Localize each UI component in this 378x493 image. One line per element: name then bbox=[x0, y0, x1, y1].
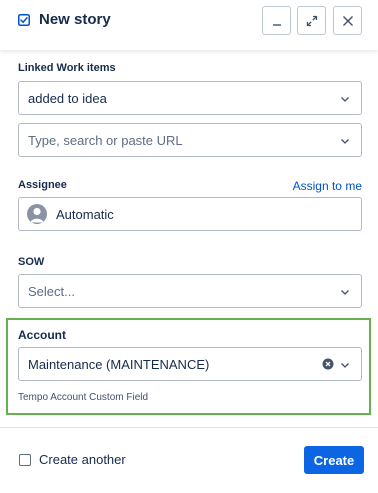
linked-work-items-label: Linked Work items bbox=[18, 62, 116, 74]
close-button[interactable] bbox=[333, 6, 362, 35]
expand-icon bbox=[306, 15, 317, 26]
close-icon bbox=[342, 15, 353, 26]
chevron-down-icon bbox=[341, 290, 349, 295]
account-field-description: Tempo Account Custom Field bbox=[18, 392, 149, 403]
assign-to-me-link[interactable]: Assign to me bbox=[293, 179, 362, 193]
footer-divider bbox=[0, 427, 378, 428]
chevron-down-icon bbox=[341, 363, 349, 368]
chevron-down-icon bbox=[341, 139, 349, 144]
account-select[interactable]: Maintenance (MAINTENANCE) bbox=[18, 347, 362, 381]
linked-item-search-placeholder: Type, search or paste URL bbox=[28, 133, 183, 148]
sow-label: SOW bbox=[18, 256, 45, 268]
story-checkbox-icon bbox=[18, 14, 30, 26]
account-value: Maintenance (MAINTENANCE) bbox=[28, 357, 210, 372]
create-another-label[interactable]: Create another bbox=[39, 452, 126, 467]
avatar bbox=[27, 204, 47, 224]
assignee-label: Assignee bbox=[18, 179, 67, 191]
create-button[interactable]: Create bbox=[304, 446, 364, 474]
chevron-down-icon bbox=[341, 97, 349, 102]
create-another-checkbox[interactable] bbox=[19, 454, 31, 466]
link-relation-value: added to idea bbox=[28, 91, 107, 106]
default-user-icon bbox=[30, 207, 44, 223]
account-label: Account bbox=[18, 328, 66, 342]
assignee-value: Automatic bbox=[56, 207, 114, 222]
minimize-icon bbox=[272, 23, 281, 26]
link-relation-select[interactable]: added to idea bbox=[18, 81, 362, 115]
expand-button[interactable] bbox=[297, 6, 326, 35]
assignee-select[interactable]: Automatic bbox=[18, 197, 362, 231]
dialog-header: New story bbox=[0, 0, 378, 50]
dialog-title: New story bbox=[39, 11, 111, 28]
linked-item-search-input[interactable]: Type, search or paste URL bbox=[18, 123, 362, 157]
sow-select[interactable]: Select... bbox=[18, 274, 362, 308]
sow-placeholder: Select... bbox=[28, 284, 75, 299]
clear-selection-icon[interactable] bbox=[322, 358, 334, 370]
minimize-button[interactable] bbox=[262, 6, 291, 35]
